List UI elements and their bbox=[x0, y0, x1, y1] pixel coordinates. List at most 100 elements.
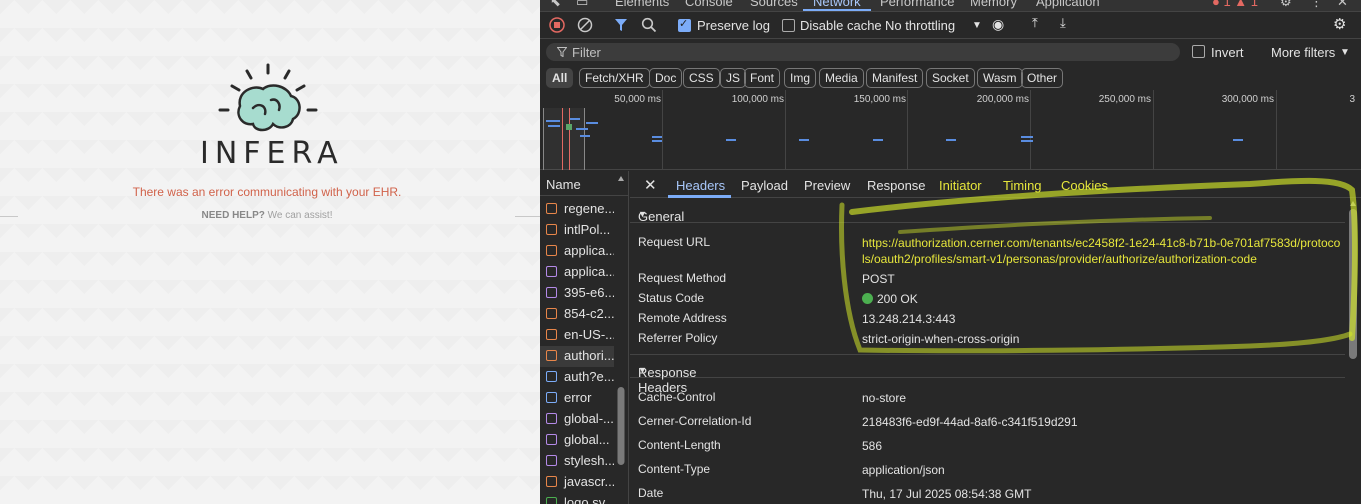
tab-network[interactable]: Network bbox=[813, 0, 861, 9]
invert-checkbox[interactable] bbox=[1192, 45, 1205, 58]
timeline-bar bbox=[946, 139, 956, 141]
request-row[interactable]: applica... bbox=[540, 241, 614, 262]
type-filter-css[interactable]: CSS bbox=[683, 68, 720, 88]
settings-icon[interactable]: ⚙ bbox=[1280, 0, 1292, 10]
type-filter-wasm[interactable]: Wasm bbox=[977, 68, 1023, 88]
request-list: Name regene... intlPol... applica... applic… bbox=[540, 171, 629, 504]
request-name: javascr... bbox=[564, 474, 614, 489]
type-filter-all[interactable]: All bbox=[546, 68, 574, 88]
type-filter-font[interactable]: Font bbox=[744, 68, 781, 88]
type-filter-img[interactable]: Img bbox=[784, 68, 817, 88]
timeline-tick: 250,000 ms bbox=[1098, 94, 1151, 105]
timeline-bar bbox=[576, 128, 588, 130]
request-row[interactable]: en-US-... bbox=[540, 325, 614, 346]
filter-toggle-icon[interactable] bbox=[614, 18, 628, 32]
network-overview-timeline[interactable]: 50,000 ms 100,000 ms 150,000 ms 200,000 … bbox=[540, 90, 1361, 170]
inspect-icon[interactable]: ⬉ bbox=[550, 0, 561, 10]
timeline-bar bbox=[580, 135, 590, 137]
filter-funnel-icon bbox=[557, 47, 567, 57]
filter-placeholder: Filter bbox=[572, 45, 601, 60]
timeline-bar bbox=[726, 139, 736, 141]
type-filter-doc[interactable]: Doc bbox=[649, 68, 683, 88]
type-filter-manifest[interactable]: Manifest bbox=[866, 68, 924, 88]
header-key: Cerner-Correlation-Id bbox=[638, 414, 752, 428]
tab-elements[interactable]: Elements bbox=[615, 0, 669, 9]
request-row[interactable]: applica... bbox=[540, 262, 614, 283]
stylesheet-icon bbox=[546, 266, 557, 277]
general-title: General bbox=[638, 209, 685, 224]
request-row[interactable]: global... bbox=[540, 430, 614, 451]
request-row[interactable]: 854-c2... bbox=[540, 304, 614, 325]
type-filter-bar: All Fetch/XHR Doc CSS JS Font Img Media … bbox=[540, 66, 1361, 90]
request-row[interactable]: intlPol... bbox=[540, 220, 614, 241]
network-settings-icon[interactable]: ⚙ bbox=[1333, 15, 1346, 33]
request-name: global-... bbox=[564, 411, 614, 426]
type-filter-media[interactable]: Media bbox=[819, 68, 864, 88]
tab-memory[interactable]: Memory bbox=[970, 0, 1017, 9]
app-error-page: INFERA There was an error communicating … bbox=[0, 0, 540, 504]
name-column-header[interactable]: Name bbox=[540, 171, 629, 196]
request-name: en-US-... bbox=[564, 327, 614, 342]
header-value: 218483f6-ed9f-44ad-8af6-c341f519d291 bbox=[862, 415, 1078, 429]
import-har-icon[interactable]: ⤒ bbox=[1032, 15, 1038, 31]
request-row[interactable]: global-... bbox=[540, 409, 614, 430]
clear-icon[interactable] bbox=[577, 17, 593, 33]
stop-recording-icon[interactable] bbox=[549, 17, 565, 33]
type-filter-fetch-xhr[interactable]: Fetch/XHR bbox=[579, 68, 650, 88]
timeline-gridline bbox=[1030, 90, 1031, 170]
tab-payload[interactable]: Payload bbox=[741, 178, 788, 193]
preserve-log-checkbox[interactable] bbox=[678, 17, 691, 32]
filter-row: Filter Invert More filters ▼ bbox=[540, 39, 1361, 65]
tab-performance[interactable]: Performance bbox=[880, 0, 954, 9]
request-name: applica... bbox=[564, 243, 614, 258]
request-row[interactable]: authori... bbox=[540, 346, 614, 367]
type-filter-js[interactable]: JS bbox=[720, 68, 747, 88]
network-conditions-icon[interactable]: ◉ bbox=[992, 16, 1004, 33]
tab-console[interactable]: Console bbox=[685, 0, 733, 9]
more-filters-chevron-icon[interactable]: ▼ bbox=[1340, 47, 1350, 58]
timeline-bar bbox=[548, 125, 560, 127]
request-row[interactable]: error bbox=[540, 388, 614, 409]
request-name: auth?e... bbox=[564, 369, 614, 384]
more-filters-button[interactable]: More filters bbox=[1271, 45, 1335, 60]
filter-input[interactable]: Filter bbox=[546, 43, 1180, 61]
stylesheet-icon bbox=[546, 434, 557, 445]
tab-application[interactable]: Application bbox=[1036, 0, 1100, 9]
search-icon[interactable] bbox=[641, 17, 657, 33]
chevron-down-icon[interactable]: ▼ bbox=[972, 20, 982, 31]
header-key: Date bbox=[638, 486, 664, 500]
close-details-icon[interactable]: ✕ bbox=[644, 176, 657, 194]
name-column-label: Name bbox=[546, 177, 581, 192]
request-row[interactable]: 395-e6... bbox=[540, 283, 614, 304]
more-options-icon[interactable]: ⋮ bbox=[1310, 0, 1323, 10]
request-row[interactable]: stylesh... bbox=[540, 451, 614, 472]
load-event-line bbox=[562, 108, 563, 170]
type-filter-socket[interactable]: Socket bbox=[926, 68, 975, 88]
request-row[interactable]: javascr... bbox=[540, 472, 614, 493]
timeline-tick: 3 bbox=[1349, 94, 1355, 105]
request-row[interactable]: regene... bbox=[540, 199, 614, 220]
tab-headers[interactable]: Headers bbox=[676, 178, 725, 193]
timeline-bar bbox=[570, 118, 580, 120]
close-devtools-icon[interactable]: ✕ bbox=[1337, 0, 1348, 10]
throttling-select[interactable]: No throttling bbox=[885, 18, 955, 33]
request-row[interactable]: auth?e... bbox=[540, 367, 614, 388]
header-key: Content-Length bbox=[638, 438, 721, 452]
tab-sources[interactable]: Sources bbox=[750, 0, 798, 9]
export-har-icon[interactable]: ⤓ bbox=[1060, 15, 1066, 31]
type-filter-other[interactable]: Other bbox=[1021, 68, 1064, 88]
error-count-icon[interactable]: ● 1 ▲ 1 bbox=[1212, 0, 1258, 9]
header-key: Status Code bbox=[638, 291, 705, 305]
header-key: Request Method bbox=[638, 271, 727, 285]
timeline-bar bbox=[1233, 139, 1243, 141]
request-row[interactable]: logo.sv... bbox=[540, 493, 614, 504]
devtools-tab-bar: ⬉ ▭ Elements Console Sources Network Per… bbox=[540, 0, 1361, 12]
disable-cache-checkbox[interactable] bbox=[782, 19, 795, 32]
timeline-tick: 200,000 ms bbox=[976, 94, 1029, 105]
need-help-label[interactable]: NEED HELP? bbox=[202, 210, 265, 221]
disable-cache-label: Disable cache bbox=[800, 18, 882, 33]
timeline-bar bbox=[586, 122, 598, 124]
help-text: NEED HELP? We can assist! bbox=[0, 210, 534, 221]
request-list-scrollbar[interactable] bbox=[617, 175, 625, 500]
device-toolbar-icon[interactable]: ▭ bbox=[576, 0, 588, 10]
